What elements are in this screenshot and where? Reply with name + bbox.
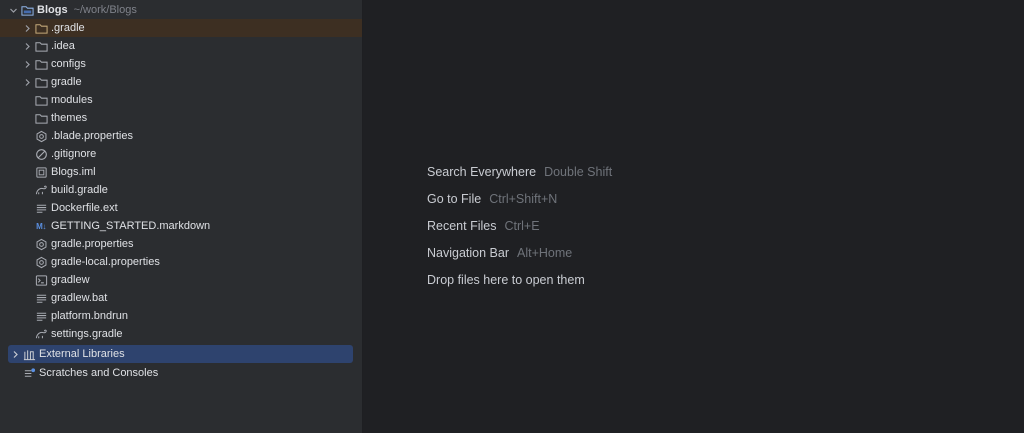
- text-file-icon: [34, 201, 48, 215]
- tree-item-label: settings.gradle: [51, 328, 123, 340]
- hint-action: Recent Files: [427, 218, 497, 233]
- tree-item-label: .gradle: [51, 22, 85, 34]
- markdown-badge: M↓: [36, 221, 46, 231]
- folder-icon: [34, 93, 48, 107]
- tree-item-label: gradle-local.properties: [51, 256, 160, 268]
- tree-item-label: GETTING_STARTED.markdown: [51, 220, 211, 232]
- chevron-down-icon[interactable]: [6, 1, 20, 19]
- hint-shortcut: Alt+Home: [517, 245, 573, 260]
- hint-shortcut: Double Shift: [544, 164, 613, 179]
- terminal-icon: [34, 273, 48, 287]
- hint-action: Search Everywhere: [427, 164, 537, 179]
- tree-item[interactable]: .gitignore: [0, 145, 362, 163]
- tree-item[interactable]: gradle-local.properties: [0, 253, 362, 271]
- scratches-icon: [22, 366, 36, 380]
- tree-item-label: gradlew: [51, 274, 90, 286]
- folder-icon: [34, 39, 48, 53]
- ignore-icon: [34, 147, 48, 161]
- tree-item-label: gradle.properties: [51, 238, 134, 250]
- chevron-right-icon[interactable]: [8, 345, 22, 363]
- hint-go-to-file: Go to File Ctrl+Shift+N: [427, 185, 612, 212]
- tree-item-label: External Libraries: [39, 348, 125, 360]
- hint-recent-files: Recent Files Ctrl+E: [427, 212, 612, 239]
- chevron-right-icon[interactable]: [20, 55, 34, 73]
- tree-item-label: Dockerfile.ext: [51, 202, 118, 214]
- gear-icon: [34, 255, 48, 269]
- tree-root-blogs[interactable]: Blogs ~/work/Blogs: [0, 1, 362, 19]
- tree-item[interactable]: gradle.properties: [0, 235, 362, 253]
- tree-item[interactable]: build.gradle: [0, 181, 362, 199]
- gradle-icon: [34, 327, 48, 341]
- project-tool-window: Blogs ~/work/Blogs .gradle .idea configs…: [0, 0, 362, 433]
- library-icon: [22, 347, 36, 361]
- root-path: ~/work/Blogs: [73, 4, 137, 16]
- ide-window: Blogs ~/work/Blogs .gradle .idea configs…: [0, 0, 1024, 433]
- root-name: Blogs: [37, 4, 68, 16]
- tree-item-label: Scratches and Consoles: [39, 367, 159, 379]
- tree-item[interactable]: .blade.properties: [0, 127, 362, 145]
- tree-item-label: .blade.properties: [51, 130, 133, 142]
- module-folder-icon: [20, 3, 34, 17]
- tree-item-label: configs: [51, 58, 86, 70]
- tree-item[interactable]: configs: [0, 55, 362, 73]
- tree-item[interactable]: themes: [0, 109, 362, 127]
- gear-icon: [34, 129, 48, 143]
- editor-hints: Search Everywhere Double Shift Go to Fil…: [427, 158, 612, 293]
- tree-item[interactable]: Dockerfile.ext: [0, 199, 362, 217]
- tree-item[interactable]: gradle: [0, 73, 362, 91]
- folder-icon: [34, 75, 48, 89]
- tree-item-external-libraries[interactable]: External Libraries: [8, 345, 353, 363]
- hint-action: Go to File: [427, 191, 482, 206]
- text-file-icon: [34, 309, 48, 323]
- folder-icon: [34, 21, 48, 35]
- tree-item-scratches[interactable]: Scratches and Consoles: [0, 364, 362, 382]
- markdown-icon: M↓: [34, 219, 48, 233]
- chevron-right-icon[interactable]: [20, 19, 34, 37]
- hint-shortcut: Ctrl+E: [504, 218, 540, 233]
- chevron-right-icon[interactable]: [20, 37, 34, 55]
- tree-item[interactable]: settings.gradle: [0, 325, 362, 343]
- folder-icon: [34, 57, 48, 71]
- tree-item[interactable]: platform.bndrun: [0, 307, 362, 325]
- tree-item-label: build.gradle: [51, 184, 108, 196]
- hint-shortcut: Ctrl+Shift+N: [489, 191, 558, 206]
- tree-item[interactable]: Blogs.iml: [0, 163, 362, 181]
- tree-item-label: themes: [51, 112, 88, 124]
- chevron-right-icon[interactable]: [20, 73, 34, 91]
- hint-drop-files: Drop files here to open them: [427, 266, 612, 293]
- hint-action: Drop files here to open them: [427, 272, 585, 287]
- tree-item-label: modules: [51, 94, 93, 106]
- tree-item-label: .gitignore: [51, 148, 97, 160]
- tree-item-label: .idea: [51, 40, 75, 52]
- folder-icon: [34, 111, 48, 125]
- gear-icon: [34, 237, 48, 251]
- hint-search-everywhere: Search Everywhere Double Shift: [427, 158, 612, 185]
- tree-item[interactable]: gradlew.bat: [0, 289, 362, 307]
- tree-item[interactable]: modules: [0, 91, 362, 109]
- tree-item[interactable]: .idea: [0, 37, 362, 55]
- tree-item-label: gradle: [51, 76, 82, 88]
- gradle-icon: [34, 183, 48, 197]
- hint-action: Navigation Bar: [427, 245, 509, 260]
- empty-editor-area[interactable]: Search Everywhere Double Shift Go to Fil…: [363, 0, 1024, 433]
- tree-item-label: Blogs.iml: [51, 166, 96, 178]
- text-file-icon: [34, 291, 48, 305]
- tree-item[interactable]: gradlew: [0, 271, 362, 289]
- tree-item[interactable]: M↓ GETTING_STARTED.markdown: [0, 217, 362, 235]
- tree-item-label: platform.bndrun: [51, 310, 129, 322]
- tree-item[interactable]: .gradle: [0, 19, 362, 37]
- module-file-icon: [34, 165, 48, 179]
- hint-navigation-bar: Navigation Bar Alt+Home: [427, 239, 612, 266]
- tree-item-label: gradlew.bat: [51, 292, 108, 304]
